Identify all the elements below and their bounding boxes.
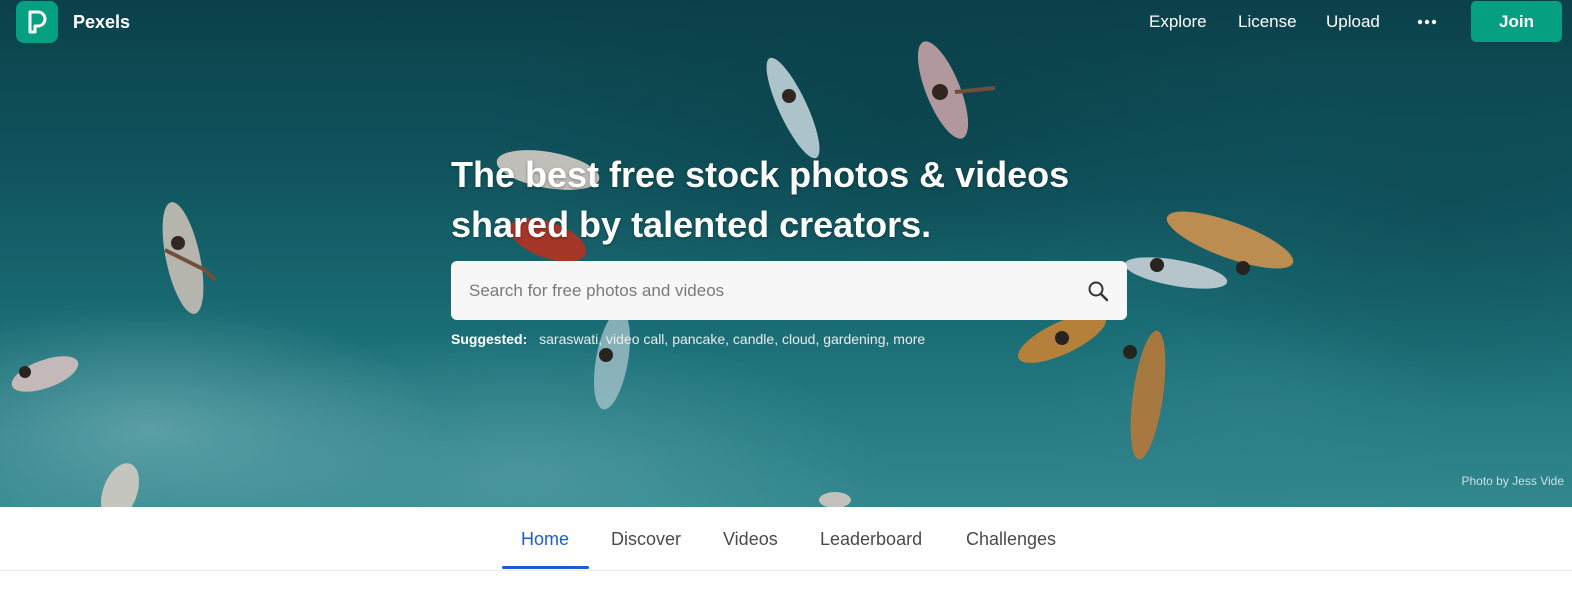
hero-banner: Pexels Explore License Upload Join The b… — [0, 0, 1572, 507]
top-navigation: Pexels Explore License Upload Join — [0, 0, 1572, 46]
suggested-link[interactable]: saraswati — [539, 331, 598, 347]
brand-name[interactable]: Pexels — [73, 12, 130, 33]
headline-line-1: The best free stock photos & videos — [451, 154, 1070, 195]
search-input[interactable] — [451, 261, 1069, 320]
suggested-more-link[interactable]: more — [893, 331, 925, 347]
active-tab-indicator — [502, 566, 589, 569]
nav-license[interactable]: License — [1238, 12, 1297, 32]
suggested-link[interactable]: video call — [606, 331, 664, 347]
more-horizontal-icon[interactable] — [1416, 14, 1438, 30]
hero-headline: The best free stock photos & videos shar… — [451, 150, 1131, 250]
nav-explore[interactable]: Explore — [1149, 12, 1207, 32]
suggested-link[interactable]: candle — [733, 331, 774, 347]
tab-challenges[interactable]: Challenges — [966, 529, 1056, 550]
hero-overlay — [0, 0, 1572, 507]
nav-upload[interactable]: Upload — [1326, 12, 1380, 32]
pexels-logo[interactable] — [16, 1, 58, 43]
suggested-link[interactable]: cloud — [782, 331, 815, 347]
search-icon — [1088, 281, 1109, 301]
suggested-link[interactable]: pancake — [672, 331, 725, 347]
headline-line-2: shared by talented creators. — [451, 204, 932, 245]
search-bar — [451, 261, 1127, 320]
suggested-label: Suggested: — [451, 331, 528, 347]
join-button[interactable]: Join — [1471, 1, 1562, 42]
tab-videos[interactable]: Videos — [723, 529, 778, 550]
pexels-logo-icon — [28, 10, 47, 34]
section-tabs: Home Discover Videos Leaderboard Challen… — [0, 507, 1572, 571]
photo-credit[interactable]: Photo by Jess Vide — [1461, 474, 1564, 488]
tab-home[interactable]: Home — [521, 529, 569, 550]
tab-leaderboard[interactable]: Leaderboard — [820, 529, 922, 550]
search-button[interactable] — [1069, 261, 1127, 320]
suggested-searches: Suggested: saraswati, video call, pancak… — [451, 331, 926, 347]
suggested-link[interactable]: gardening — [823, 331, 885, 347]
tab-discover[interactable]: Discover — [611, 529, 681, 550]
